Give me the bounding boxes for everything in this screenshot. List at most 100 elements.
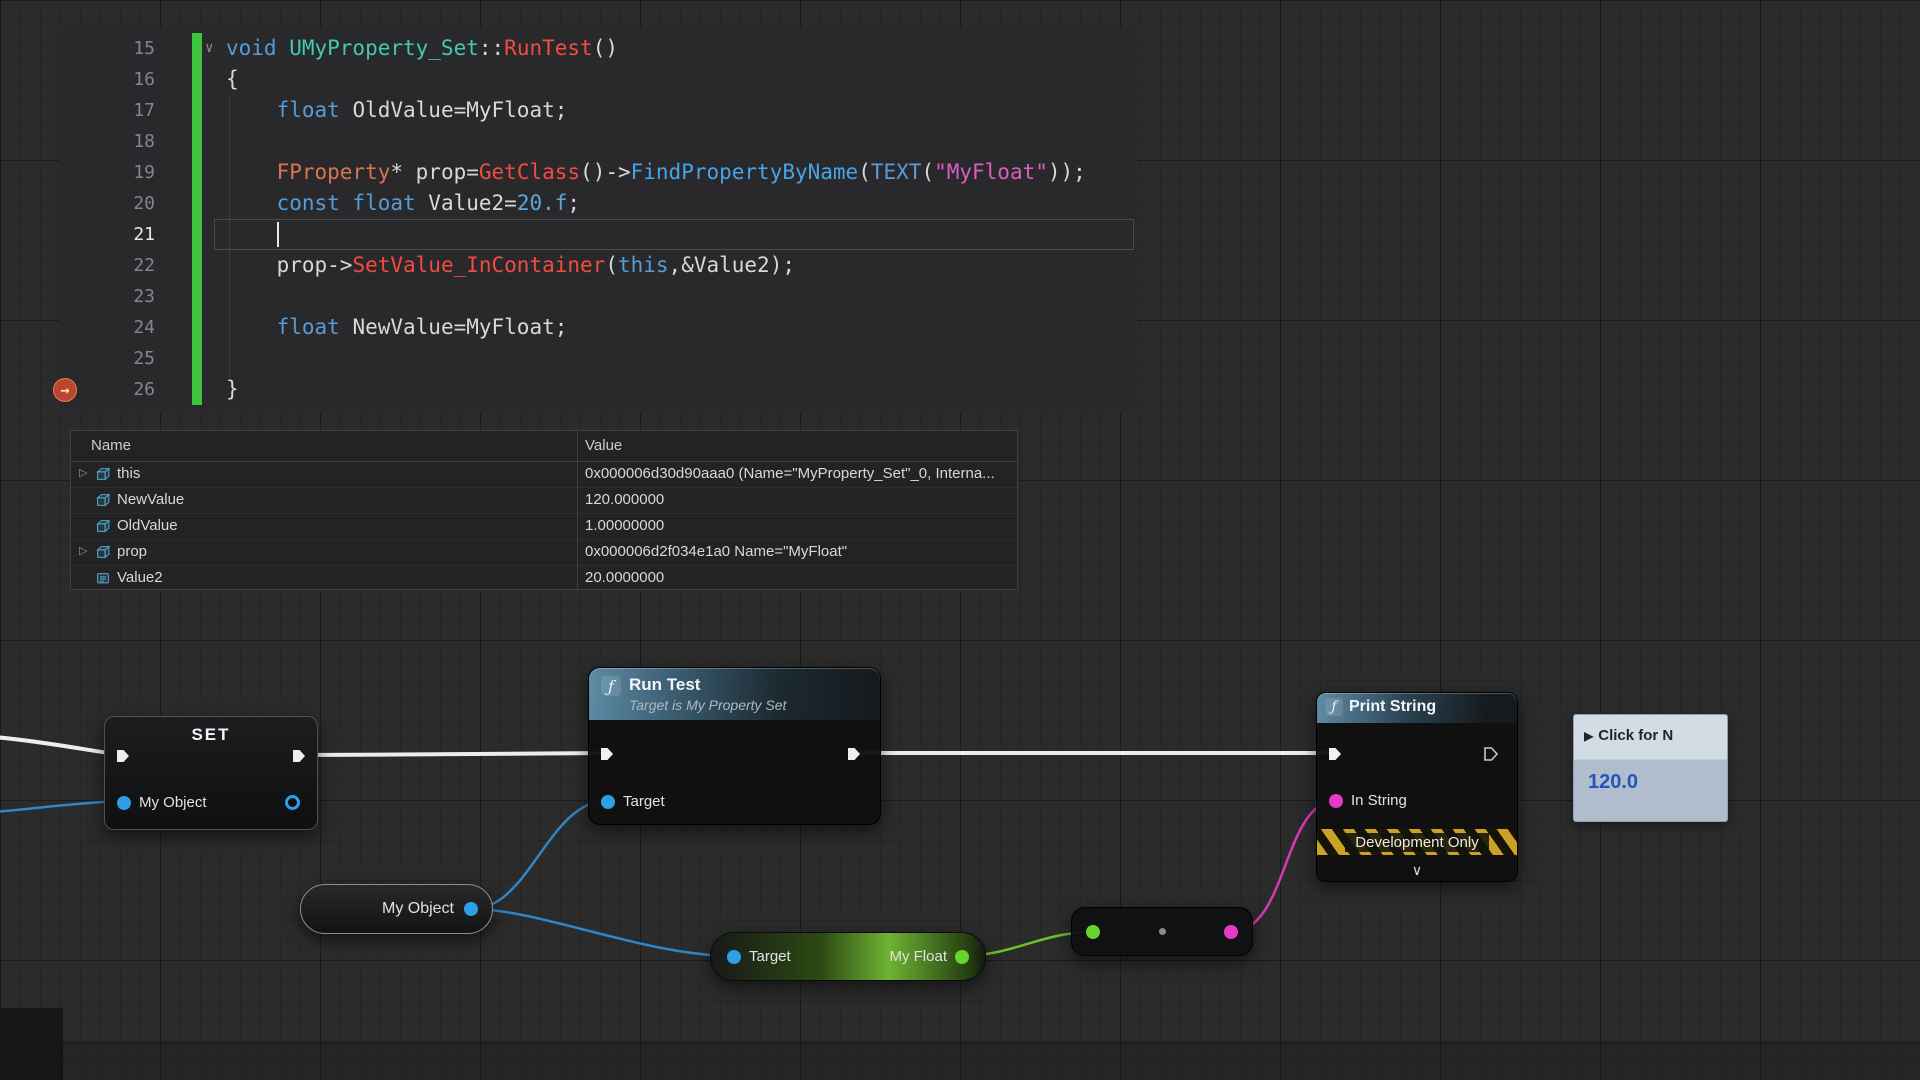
variable-name: prop bbox=[117, 543, 147, 560]
panel-corner bbox=[0, 1008, 63, 1080]
code-line[interactable]: 20 const float Value2=20.f; bbox=[59, 188, 1137, 219]
exec-out-pin[interactable] bbox=[291, 748, 307, 764]
expander-icon[interactable]: ▷ bbox=[79, 544, 87, 557]
change-bar bbox=[192, 126, 202, 157]
change-bar bbox=[192, 188, 202, 219]
debug-box-header[interactable]: ▶ Click for N bbox=[1584, 727, 1727, 744]
panel-bottom-edge bbox=[63, 1042, 1920, 1080]
variable-value[interactable]: 1.00000000 bbox=[585, 517, 1013, 534]
my-object-output-pin[interactable] bbox=[285, 795, 300, 810]
exec-out-pin[interactable] bbox=[1483, 746, 1499, 762]
change-bar bbox=[192, 250, 202, 281]
code-line[interactable]: 16{ bbox=[59, 64, 1137, 95]
my-object-output-pin[interactable] bbox=[464, 902, 478, 916]
code-line[interactable]: 24 float NewValue=MyFloat; bbox=[59, 312, 1137, 343]
expander-icon[interactable]: ▷ bbox=[79, 466, 87, 479]
variable-value[interactable]: 120.000000 bbox=[585, 491, 1013, 508]
change-bar bbox=[192, 219, 202, 250]
current-statement-icon[interactable]: → bbox=[53, 378, 77, 402]
watch-header: Name Value bbox=[71, 431, 1017, 462]
line-number: 19 bbox=[59, 157, 155, 188]
pin-label: My Object bbox=[139, 793, 207, 813]
watch-panel[interactable]: Name Value ▷ this 0x000006d30d90aaa0 (Name… bbox=[70, 430, 1018, 590]
play-icon: ▶ bbox=[1584, 729, 1593, 743]
node-title: Run Test bbox=[629, 675, 700, 695]
variable-value[interactable]: 20.0000000 bbox=[585, 569, 1013, 586]
change-bar bbox=[192, 64, 202, 95]
pin-label: Target bbox=[623, 792, 665, 812]
code-line[interactable]: 25 bbox=[59, 343, 1137, 374]
banner-label: Development Only bbox=[1345, 833, 1488, 852]
variable-name: this bbox=[117, 465, 140, 482]
set-node[interactable]: SET My Object bbox=[104, 716, 318, 830]
variable-name: OldValue bbox=[117, 517, 178, 534]
line-number: 15 bbox=[59, 33, 155, 64]
code-line[interactable]: 17 float OldValue=MyFloat; bbox=[59, 95, 1137, 126]
line-number: 22 bbox=[59, 250, 155, 281]
my-object-node[interactable]: My Object bbox=[300, 884, 493, 934]
exec-in-pin[interactable] bbox=[1327, 746, 1343, 762]
conversion-dot-icon bbox=[1159, 928, 1166, 935]
node-title: Print String bbox=[1349, 698, 1436, 716]
name-column-header: Name bbox=[91, 437, 131, 454]
line-number: 17 bbox=[59, 95, 155, 126]
line-number: 21 bbox=[59, 219, 155, 250]
code-line[interactable]: 15 void UMyProperty_Set::RunTest() ∨ bbox=[59, 33, 1137, 64]
change-bar bbox=[192, 312, 202, 343]
object-icon bbox=[96, 519, 111, 537]
code-text: float OldValue=MyFloat; bbox=[226, 95, 567, 126]
watch-row[interactable]: Value220.0000000 bbox=[71, 566, 1017, 592]
code-text: FProperty* prop=GetClass()->FindProperty… bbox=[226, 157, 1086, 188]
pin-label: In String bbox=[1351, 791, 1407, 811]
change-bar bbox=[192, 374, 202, 405]
change-bar bbox=[192, 157, 202, 188]
watch-row[interactable]: OldValue 1.00000000 bbox=[71, 514, 1017, 540]
column-divider[interactable] bbox=[577, 431, 578, 589]
chevron-down-icon[interactable]: ∨ bbox=[1317, 863, 1517, 877]
object-icon bbox=[96, 545, 111, 563]
code-line[interactable]: 18 bbox=[59, 126, 1137, 157]
blueprint-canvas[interactable]: SET My Object ƒ Run Test Target is My Pr… bbox=[0, 0, 1920, 1080]
exec-wire-set-runtest bbox=[298, 753, 608, 755]
fold-chevron-icon[interactable]: ∨ bbox=[205, 33, 213, 64]
debug-value-box[interactable]: ▶Click for N 120.0 bbox=[1573, 714, 1728, 822]
exec-in-pin[interactable] bbox=[115, 748, 131, 764]
watch-row[interactable]: ▷ prop 0x000006d2f034e1a0 Name="MyFloat" bbox=[71, 540, 1017, 566]
float-input-pin[interactable] bbox=[1086, 925, 1100, 939]
code-line[interactable]: 21 bbox=[59, 219, 1137, 250]
variable-label: My Object bbox=[382, 899, 454, 919]
code-text: void UMyProperty_Set::RunTest() bbox=[226, 33, 618, 64]
run-test-node[interactable]: ƒ Run Test Target is My Property Set Tar… bbox=[588, 667, 881, 825]
debug-box-label: Click for N bbox=[1598, 727, 1673, 744]
convert-float-to-string-node[interactable] bbox=[1071, 907, 1253, 956]
variable-label: My Float bbox=[889, 947, 947, 967]
line-number: 18 bbox=[59, 126, 155, 157]
my-float-node[interactable]: Target My Float bbox=[710, 932, 986, 981]
target-input-pin[interactable] bbox=[727, 950, 741, 964]
change-bar bbox=[192, 33, 202, 64]
code-line[interactable]: 22 prop->SetValue_InContainer(this,&Valu… bbox=[59, 250, 1137, 281]
in-string-input-pin[interactable] bbox=[1329, 794, 1343, 808]
object-icon bbox=[96, 493, 111, 511]
watch-row[interactable]: NewValue120.000000 bbox=[71, 488, 1017, 514]
variable-value[interactable]: 0x000006d30d90aaa0 (Name="MyProperty_Set… bbox=[585, 465, 1013, 482]
code-line[interactable]: 23 bbox=[59, 281, 1137, 312]
variable-value[interactable]: 0x000006d2f034e1a0 Name="MyFloat" bbox=[585, 543, 1013, 560]
code-line[interactable]: 26}→ bbox=[59, 374, 1137, 405]
object-icon bbox=[96, 467, 111, 485]
code-line[interactable]: 19 FProperty* prop=GetClass()->FindPrope… bbox=[59, 157, 1137, 188]
code-editor-panel[interactable]: 15 void UMyProperty_Set::RunTest() ∨16{17 … bbox=[59, 27, 1137, 412]
my-object-input-pin[interactable] bbox=[117, 796, 131, 810]
my-float-output-pin[interactable] bbox=[955, 950, 969, 964]
watch-rows: ▷ this 0x000006d30d90aaa0 (Name="MyPropert… bbox=[71, 462, 1017, 592]
target-input-pin[interactable] bbox=[601, 795, 615, 809]
function-icon: ƒ bbox=[601, 676, 621, 696]
exec-out-pin[interactable] bbox=[846, 746, 862, 762]
line-number: 25 bbox=[59, 343, 155, 374]
watch-row[interactable]: ▷ this 0x000006d30d90aaa0 (Name="MyPropert… bbox=[71, 462, 1017, 488]
node-subtitle: Target is My Property Set bbox=[629, 697, 786, 713]
string-output-pin[interactable] bbox=[1224, 925, 1238, 939]
print-string-node[interactable]: ƒ Print String In String Development Onl… bbox=[1316, 692, 1518, 882]
line-number: 24 bbox=[59, 312, 155, 343]
exec-in-pin[interactable] bbox=[599, 746, 615, 762]
